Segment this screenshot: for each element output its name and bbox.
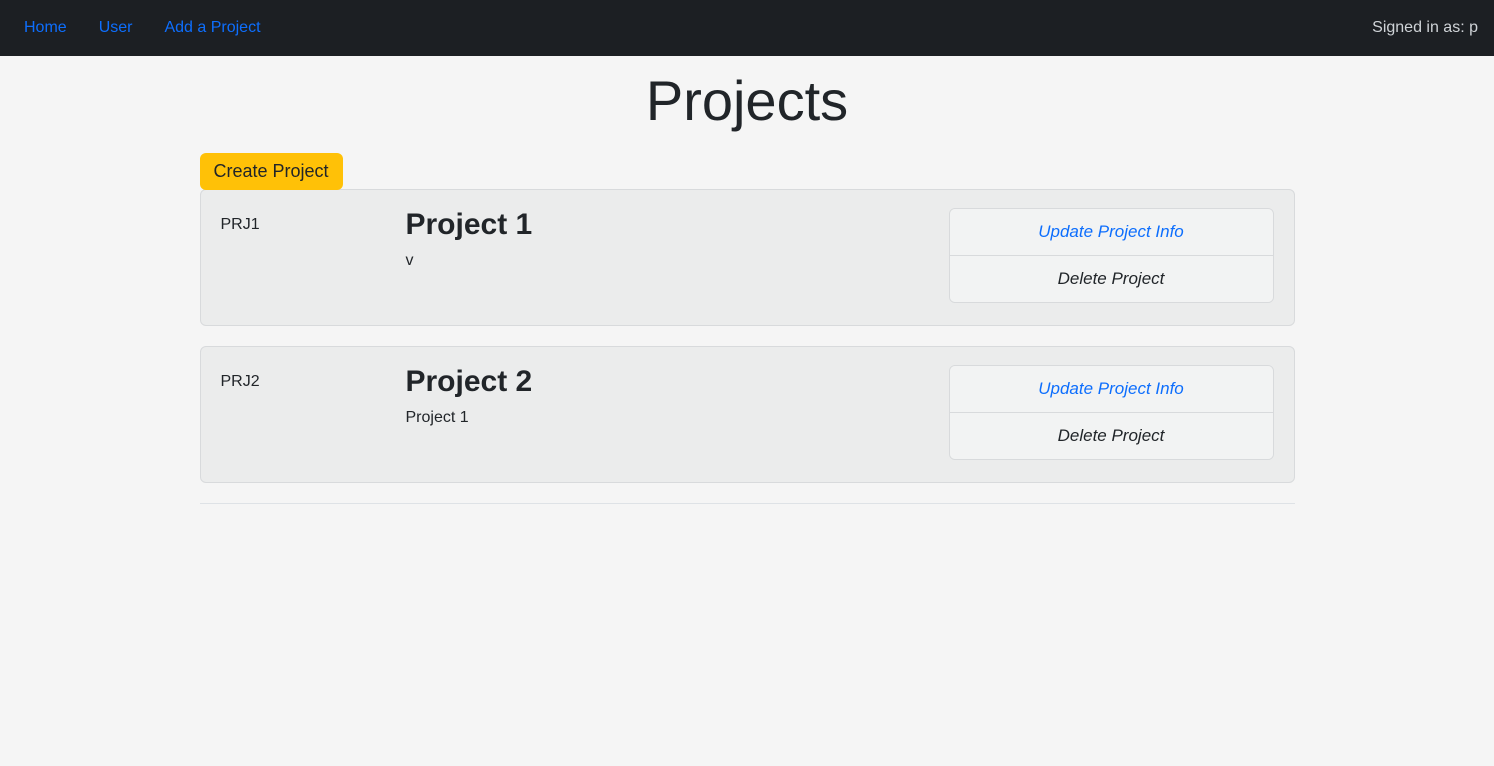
create-project-button[interactable]: Create Project xyxy=(200,153,343,190)
project-name: Project 1 xyxy=(406,208,949,242)
navbar: Home User Add a Project Signed in as: p xyxy=(0,0,1494,56)
project-actions: Update Project Info Delete Project xyxy=(949,365,1274,460)
project-name: Project 2 xyxy=(406,365,949,399)
project-description: v xyxy=(406,252,949,270)
project-code: PRJ2 xyxy=(221,365,406,460)
main-container: Create Project PRJ1 Project 1 v Update P… xyxy=(200,153,1295,504)
projects-list: PRJ1 Project 1 v Update Project Info Del… xyxy=(200,189,1295,483)
update-project-button[interactable]: Update Project Info xyxy=(950,209,1273,256)
project-card: PRJ2 Project 2 Project 1 Update Project … xyxy=(200,346,1295,483)
project-code: PRJ1 xyxy=(221,208,406,303)
page-title: Projects xyxy=(0,68,1494,133)
divider xyxy=(200,503,1295,504)
project-main: Project 2 Project 1 xyxy=(406,365,949,460)
nav-user-link[interactable]: User xyxy=(83,11,149,45)
project-card: PRJ1 Project 1 v Update Project Info Del… xyxy=(200,189,1295,326)
project-main: Project 1 v xyxy=(406,208,949,303)
project-description: Project 1 xyxy=(406,409,949,427)
nav-home-link[interactable]: Home xyxy=(8,11,83,45)
signed-in-text: Signed in as: p xyxy=(1372,19,1486,37)
delete-project-button[interactable]: Delete Project xyxy=(950,256,1273,302)
project-actions: Update Project Info Delete Project xyxy=(949,208,1274,303)
delete-project-button[interactable]: Delete Project xyxy=(950,413,1273,459)
navbar-links: Home User Add a Project xyxy=(8,11,277,45)
update-project-button[interactable]: Update Project Info xyxy=(950,366,1273,413)
nav-add-project-link[interactable]: Add a Project xyxy=(148,11,276,45)
